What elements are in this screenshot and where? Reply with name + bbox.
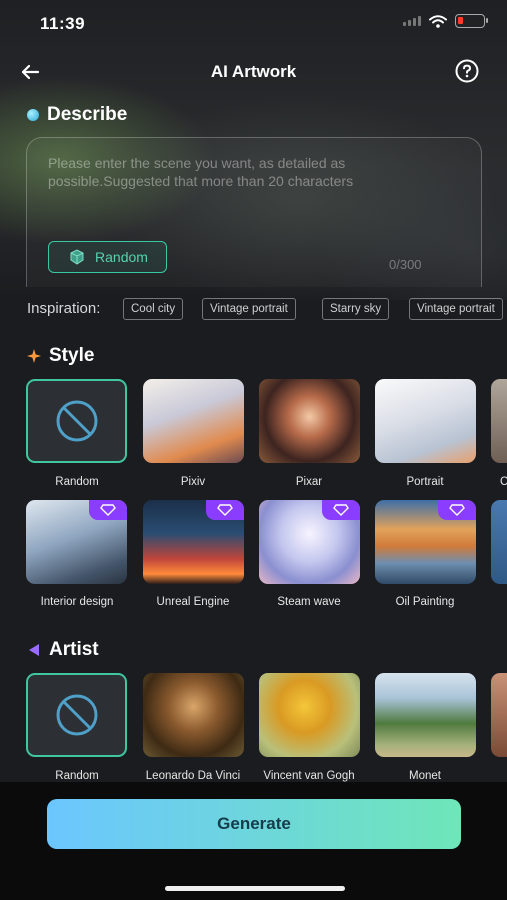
help-icon[interactable] xyxy=(455,59,479,83)
style-label-pixar: Pixar xyxy=(295,476,323,488)
triangle-icon xyxy=(29,644,39,656)
style-card-interior-design[interactable] xyxy=(26,500,127,584)
style-label-oil-painting: Oil Painting xyxy=(395,596,455,608)
style-card-partial[interactable] xyxy=(491,379,507,463)
status-time: 11:39 xyxy=(40,14,86,33)
dice-icon xyxy=(70,249,84,265)
artist-label-vincent-van-gogh: Vincent van Gogh xyxy=(263,770,355,782)
artist-card-vincent-van-gogh[interactable] xyxy=(259,673,360,757)
artist-card-leonardo-da-vinci[interactable] xyxy=(143,673,244,757)
style-card-pixar[interactable] xyxy=(259,379,360,463)
style-card-oil-painting[interactable] xyxy=(375,500,476,584)
style-card-pixiv[interactable] xyxy=(143,379,244,463)
generate-button[interactable]: Generate xyxy=(47,799,461,849)
vip-diamond-icon xyxy=(322,500,360,520)
artist-label-random: Random xyxy=(55,770,99,782)
artist-card-partial[interactable] xyxy=(491,673,507,757)
style-card-steam-wave[interactable] xyxy=(259,500,360,584)
inspiration-label: Inspiration: xyxy=(27,300,101,317)
char-counter: 0/300 xyxy=(389,257,422,272)
style-label-steam-wave: Steam wave xyxy=(277,596,341,608)
style-card-unreal-engine[interactable] xyxy=(143,500,244,584)
wifi-icon xyxy=(429,14,447,28)
inspiration-chip[interactable]: Cool city xyxy=(123,298,184,320)
style-label-pixiv: Pixiv xyxy=(180,476,206,488)
describe-placeholder: Please enter the scene you want, as deta… xyxy=(48,155,354,189)
artist-card-random[interactable] xyxy=(26,673,127,757)
none-icon xyxy=(56,400,97,442)
style-card-portrait[interactable] xyxy=(375,379,476,463)
page-title: AI Artwork xyxy=(210,62,297,81)
style-label-portrait: Portrait xyxy=(406,476,444,488)
style-card-random[interactable] xyxy=(26,379,127,463)
vip-diamond-icon xyxy=(206,500,244,520)
artist-section-title: Artist xyxy=(27,639,99,661)
home-indicator[interactable] xyxy=(165,886,345,891)
status-icons xyxy=(403,14,488,28)
artist-label-monet: Monet xyxy=(409,770,441,782)
style-label-unreal-engine: Unreal Engine xyxy=(156,596,230,608)
style-card-partial[interactable] xyxy=(491,500,507,584)
vip-diamond-icon xyxy=(438,500,476,520)
style-label-partial: C xyxy=(500,476,507,488)
inspiration-chip[interactable]: Vintage portrait xyxy=(202,298,296,320)
signal-icon xyxy=(403,16,421,26)
artist-card-monet[interactable] xyxy=(375,673,476,757)
style-label-interior-design: Interior design xyxy=(40,596,114,608)
artist-label-leonardo-da-vinci: Leonardo Da Vinci xyxy=(145,770,241,782)
battery-icon xyxy=(455,14,488,28)
sparkle-icon xyxy=(27,349,41,363)
inspiration-chip[interactable]: Starry sky xyxy=(322,298,390,320)
inspiration-chip[interactable]: Vintage portrait xyxy=(409,298,503,320)
style-label-random: Random xyxy=(55,476,99,488)
vip-diamond-icon xyxy=(89,500,127,520)
describe-section-title: Describe xyxy=(27,104,127,126)
describe-dot-icon xyxy=(27,109,39,121)
style-section-title: Style xyxy=(27,345,94,367)
none-icon xyxy=(56,694,97,736)
random-prompt-button[interactable]: Random xyxy=(48,241,167,273)
